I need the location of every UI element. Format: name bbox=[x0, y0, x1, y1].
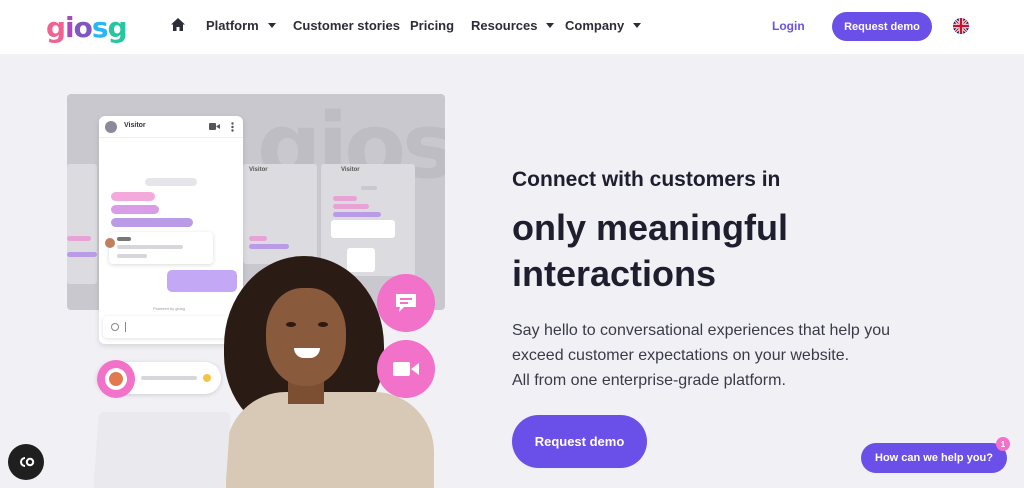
request-demo-button-header[interactable]: Request demo bbox=[832, 12, 932, 41]
logo-letter: g bbox=[107, 10, 128, 44]
chat-window-header: Visitor bbox=[99, 116, 243, 138]
emoji-icon bbox=[203, 374, 211, 382]
placeholder-line bbox=[117, 245, 183, 249]
chat-window-title: Visitor bbox=[124, 122, 146, 129]
cookie-settings-icon bbox=[20, 457, 35, 467]
nav-company-label: Company bbox=[565, 18, 625, 33]
chat-bubble bbox=[67, 236, 91, 241]
chat-bubble bbox=[249, 244, 289, 249]
nav-pricing[interactable]: Pricing bbox=[410, 18, 454, 33]
chat-bubble bbox=[111, 205, 159, 214]
hero-paragraph-line: All from one enterprise-grade platform. bbox=[512, 372, 786, 389]
logo-letter: g bbox=[46, 10, 66, 44]
chat-bubble bbox=[111, 192, 155, 201]
chevron-down-icon bbox=[633, 23, 642, 28]
person-eye bbox=[318, 322, 328, 327]
nav-company[interactable]: Company bbox=[565, 18, 642, 33]
home-icon[interactable] bbox=[170, 17, 186, 33]
hero-heading-big: only meaningful interactions bbox=[512, 205, 788, 297]
message-card bbox=[331, 220, 395, 238]
chat-input-bar bbox=[103, 316, 231, 338]
nav-platform[interactable]: Platform bbox=[206, 18, 276, 33]
outgoing-message bbox=[167, 270, 237, 292]
mini-chat-window: Visitor bbox=[321, 164, 415, 276]
message-card bbox=[105, 232, 213, 264]
video-camera-icon bbox=[393, 362, 419, 376]
help-chat-button[interactable]: How can we help you? bbox=[861, 443, 1007, 473]
nav-customer-stories-label: Customer stories bbox=[293, 18, 400, 33]
placeholder-line bbox=[117, 237, 131, 241]
person-face bbox=[266, 288, 346, 386]
text-cursor bbox=[125, 322, 126, 332]
top-navigation-bar: g i o s g Platform Customer stories Pric… bbox=[0, 0, 1024, 54]
mini-chat-window bbox=[67, 164, 97, 284]
placeholder-line bbox=[361, 186, 377, 190]
nav-pricing-label: Pricing bbox=[410, 18, 455, 33]
powered-by-text: Powered by giosg bbox=[153, 306, 185, 311]
mini-chat-title: Visitor bbox=[341, 167, 360, 173]
cookie-settings-button[interactable] bbox=[8, 444, 44, 480]
placeholder-line bbox=[117, 254, 147, 258]
logo-letter: i bbox=[65, 10, 75, 44]
chat-bubble bbox=[249, 236, 267, 241]
login-link[interactable]: Login bbox=[772, 19, 805, 33]
nav-resources[interactable]: Resources bbox=[471, 18, 555, 33]
video-feature-bubble bbox=[377, 340, 435, 398]
hero-paragraph-line: exceed customer expectations on your web… bbox=[512, 347, 850, 364]
hero-heading-line: only meaningful bbox=[512, 207, 789, 248]
chat-message-icon bbox=[396, 294, 416, 312]
hero-paragraph: Say hello to conversational experiences … bbox=[512, 318, 890, 393]
chat-bubble bbox=[333, 204, 369, 209]
agent-avatar bbox=[97, 360, 135, 398]
logo-letter: s bbox=[91, 10, 109, 44]
chat-bubble bbox=[111, 218, 193, 227]
chat-window: Visitor Powered by giosg bbox=[99, 116, 243, 344]
placeholder-line bbox=[141, 376, 197, 380]
chat-bubble bbox=[333, 212, 381, 217]
nav-resources-label: Resources bbox=[471, 18, 538, 33]
attach-icon bbox=[111, 323, 119, 331]
chat-bubble bbox=[333, 196, 357, 201]
visitor-avatar bbox=[105, 121, 117, 133]
mini-chat-title: Visitor bbox=[249, 167, 268, 173]
chat-bubble bbox=[67, 252, 97, 257]
more-options-icon bbox=[231, 122, 234, 132]
nav-customer-stories[interactable]: Customer stories bbox=[293, 18, 400, 33]
chat-feature-bubble bbox=[377, 274, 435, 332]
image-placeholder bbox=[347, 248, 375, 272]
hero-heading-small: Connect with customers in bbox=[512, 168, 781, 191]
request-demo-button-hero[interactable]: Request demo bbox=[512, 415, 647, 468]
hero-heading-line: interactions bbox=[512, 253, 717, 294]
chevron-down-icon bbox=[267, 23, 276, 28]
video-call-icon bbox=[209, 123, 220, 130]
nav-platform-label: Platform bbox=[206, 18, 259, 33]
placeholder-line bbox=[145, 178, 197, 186]
giosg-logo[interactable]: g i o s g bbox=[46, 10, 128, 44]
notification-badge: 1 bbox=[996, 437, 1010, 451]
logo-letter: o bbox=[73, 10, 93, 44]
agent-typing-bubble bbox=[97, 360, 221, 398]
mini-chat-window: Visitor bbox=[243, 164, 317, 264]
laptop-illustration bbox=[93, 412, 231, 488]
person-torso bbox=[226, 392, 434, 488]
agent-avatar bbox=[105, 238, 115, 248]
chevron-down-icon bbox=[546, 23, 555, 28]
person-eye bbox=[286, 322, 296, 327]
uk-flag-icon[interactable] bbox=[953, 18, 969, 34]
hero-paragraph-line: Say hello to conversational experiences … bbox=[512, 322, 891, 339]
